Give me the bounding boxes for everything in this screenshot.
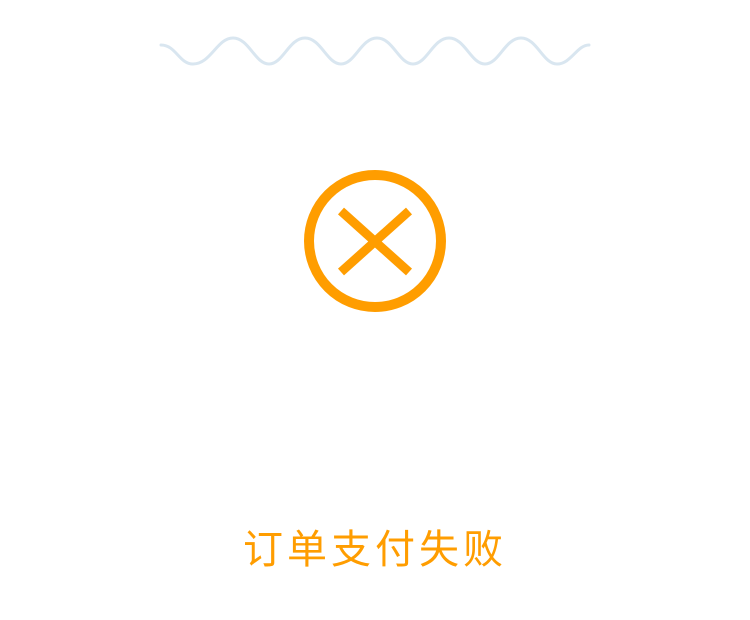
close-circle-icon <box>304 170 446 312</box>
payment-result-page: 订单支付失败 <box>0 0 750 620</box>
payment-status-text: 订单支付失败 <box>243 527 507 573</box>
receipt-wavy-edge <box>159 36 591 66</box>
